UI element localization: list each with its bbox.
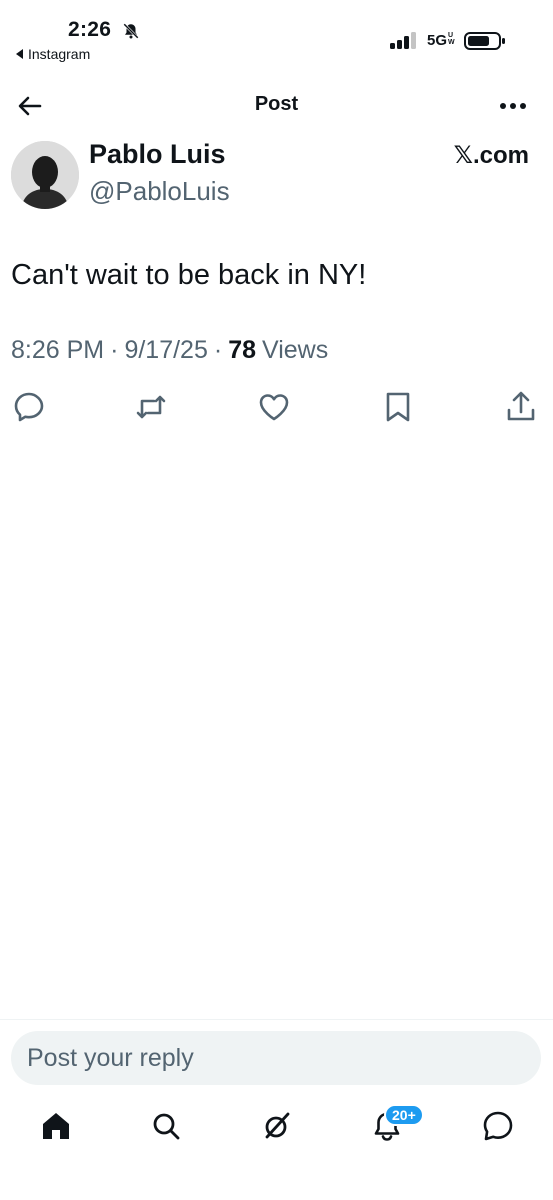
tab-home[interactable] [38, 1108, 74, 1144]
network-indicator: 5G U W [427, 32, 455, 49]
bell-off-icon [123, 23, 139, 39]
tab-messages[interactable] [480, 1108, 516, 1144]
reply-input[interactable] [27, 1043, 541, 1073]
share-button[interactable] [503, 389, 539, 425]
like-icon [259, 394, 289, 421]
reply-icon [14, 392, 44, 422]
back-to-app-link[interactable]: Instagram [16, 46, 90, 62]
reply-button[interactable] [11, 389, 47, 425]
signal-icon [390, 32, 416, 49]
author-handle[interactable]: @PabloLuis [89, 176, 230, 207]
avatar-image [11, 141, 79, 209]
status-time: 2:26 [68, 18, 112, 41]
source-domain: .com [472, 142, 529, 169]
share-icon [507, 391, 535, 421]
grok-icon [265, 1112, 290, 1139]
reply-input-container[interactable] [11, 1031, 541, 1085]
back-app-label: Instagram [28, 46, 91, 62]
network-sub-top: U [448, 32, 454, 39]
messages-icon [483, 1111, 513, 1141]
back-triangle-icon [16, 49, 23, 59]
page-title: Post [254, 93, 299, 115]
battery-icon [464, 32, 505, 50]
tab-grok[interactable] [259, 1108, 295, 1144]
repost-button[interactable] [133, 389, 169, 425]
source-link[interactable]: 𝕏.com [454, 141, 529, 170]
x-logo: 𝕏 [453, 141, 473, 169]
bookmark-icon [386, 392, 410, 422]
post-text: Can't wait to be back in NY! [11, 259, 367, 291]
post-metadata: 8:26 PM · 9/17/25 · 78 Views [11, 336, 328, 365]
views-label: Views [262, 336, 329, 364]
views-count: 78 [228, 336, 256, 364]
post-time: 8:26 PM [11, 336, 105, 364]
author-name[interactable]: Pablo Luis [89, 139, 226, 170]
network-label: 5G [427, 32, 448, 49]
home-icon [43, 1113, 69, 1139]
like-button[interactable] [256, 389, 292, 425]
post-date: 9/17/25 [124, 336, 208, 364]
separator-dot: · [213, 336, 223, 364]
divider [0, 1019, 553, 1020]
avatar[interactable] [11, 141, 79, 209]
network-sub-bottom: W [448, 39, 455, 46]
repost-icon [136, 395, 166, 419]
search-icon [153, 1113, 180, 1140]
more-icon[interactable] [498, 94, 528, 118]
back-arrow-icon[interactable] [16, 92, 44, 120]
notification-badge: 20+ [384, 1104, 424, 1126]
bookmark-button[interactable] [380, 389, 416, 425]
tab-search[interactable] [148, 1108, 184, 1144]
separator-dot: · [110, 336, 119, 364]
